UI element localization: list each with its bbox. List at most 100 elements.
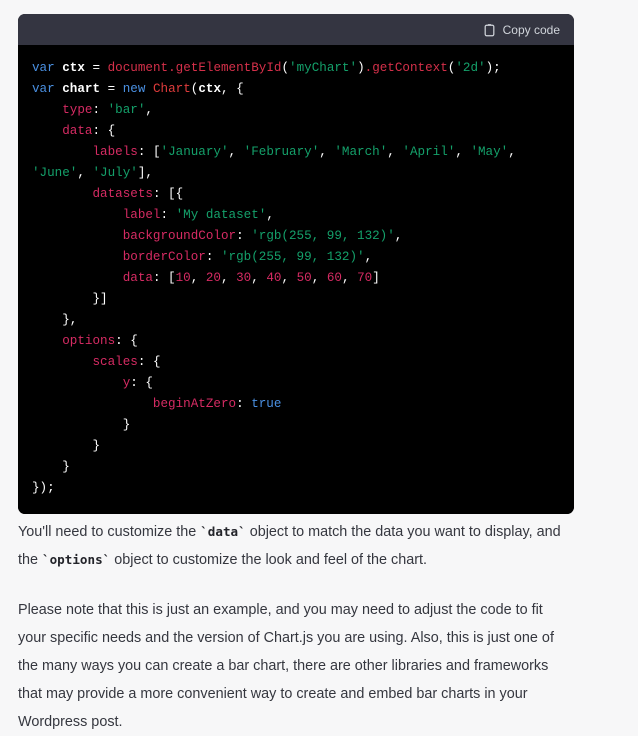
code-token: , [508, 145, 524, 159]
code-token: 'My dataset' [175, 208, 267, 222]
code-token: , [190, 271, 206, 285]
code-token: , [455, 145, 471, 159]
code-token: data [62, 124, 93, 138]
code-token: , [342, 271, 358, 285]
code-tokens: var ctx = document.getElementById('myCha… [32, 61, 523, 495]
code-token: beginAtZero [152, 397, 237, 411]
code-token: 'January' [160, 145, 229, 159]
code-token: 'May' [470, 145, 509, 159]
code-token: , [394, 229, 403, 243]
code-token: 60 [326, 271, 342, 285]
code-token: 10 [175, 271, 191, 285]
code-token: : { [137, 355, 161, 369]
code-token: 'April' [402, 145, 456, 159]
code-token: borderColor [122, 250, 206, 264]
code-token: ctx [198, 82, 222, 96]
code-token: }, [32, 313, 78, 327]
code-token: }] [32, 292, 108, 306]
code-token: } [32, 439, 101, 453]
code-token: , [311, 271, 327, 285]
code-token: 40 [266, 271, 282, 285]
code-token: , [281, 271, 297, 285]
code-token: : [ [152, 271, 176, 285]
code-token: var [32, 61, 55, 75]
inline-code: `options` [42, 552, 111, 567]
code-token: , [228, 145, 244, 159]
code-token: , [319, 145, 335, 159]
code-token: : { [92, 124, 116, 138]
code-token: : { [115, 334, 138, 348]
code-token: scales [92, 355, 138, 369]
code-token: ) [357, 61, 365, 75]
code-token: }); [32, 481, 55, 495]
code-token: , [251, 271, 267, 285]
code-token: , { [221, 82, 244, 96]
code-token: data [122, 271, 153, 285]
code-token: , [221, 271, 237, 285]
code-token: 30 [236, 271, 252, 285]
message-prose: You'll need to customize the `data` obje… [18, 518, 574, 736]
code-token: = [100, 82, 123, 96]
code-token: 50 [296, 271, 312, 285]
code-content: var ctx = document.getElementById('myCha… [32, 57, 560, 498]
copy-code-label: Copy code [502, 22, 560, 37]
code-token: getContext [372, 61, 448, 75]
code-token: label [122, 208, 161, 222]
code-token: document [107, 61, 169, 75]
code-token: : { [130, 376, 153, 390]
code-token: type [62, 103, 93, 117]
code-token: = [84, 61, 108, 75]
prose-paragraph: Please note that this is just an example… [18, 602, 554, 730]
code-token: , [387, 145, 403, 159]
prose-paragraph: You'll need to customize the `data` obje… [18, 524, 561, 568]
code-token: : [205, 250, 221, 264]
code-token: getElementById [175, 61, 282, 75]
chat-message-page: Copy code var ctx = document.getElementB… [0, 0, 638, 730]
code-token: 'bar' [107, 103, 146, 117]
code-token: 'rgb(255, 99, 132)' [251, 229, 395, 243]
code-token: ctx [62, 61, 85, 75]
code-block-header: Copy code [18, 14, 574, 45]
code-token: var [32, 82, 55, 96]
code-token: : [92, 103, 108, 117]
code-token: 'June' [32, 166, 78, 180]
code-token: , [145, 103, 153, 117]
code-token: 70 [357, 271, 373, 285]
code-token: , [77, 166, 93, 180]
code-token: ( [281, 61, 290, 75]
code-token: true [251, 397, 282, 411]
code-token: 'July' [92, 166, 138, 180]
code-token: 'February' [243, 145, 320, 159]
code-token: : [{ [152, 187, 184, 201]
code-token: : [236, 229, 252, 243]
code-token: options [62, 334, 116, 348]
code-block-body[interactable]: var ctx = document.getElementById('myCha… [18, 45, 574, 514]
code-token: 'March' [334, 145, 388, 159]
code-block: Copy code var ctx = document.getElementB… [18, 14, 574, 514]
code-token: chart [62, 82, 101, 96]
clipboard-icon [483, 23, 496, 37]
code-token: . [168, 61, 176, 75]
code-token: labels [92, 145, 138, 159]
code-token: } [32, 418, 131, 432]
code-token: new [122, 82, 146, 96]
code-token: : [160, 208, 176, 222]
copy-code-button[interactable]: Copy code [483, 23, 560, 37]
code-token: , [266, 208, 274, 222]
code-token: Chart [152, 82, 191, 96]
code-token: backgroundColor [122, 229, 237, 243]
code-token: : [ [137, 145, 161, 159]
